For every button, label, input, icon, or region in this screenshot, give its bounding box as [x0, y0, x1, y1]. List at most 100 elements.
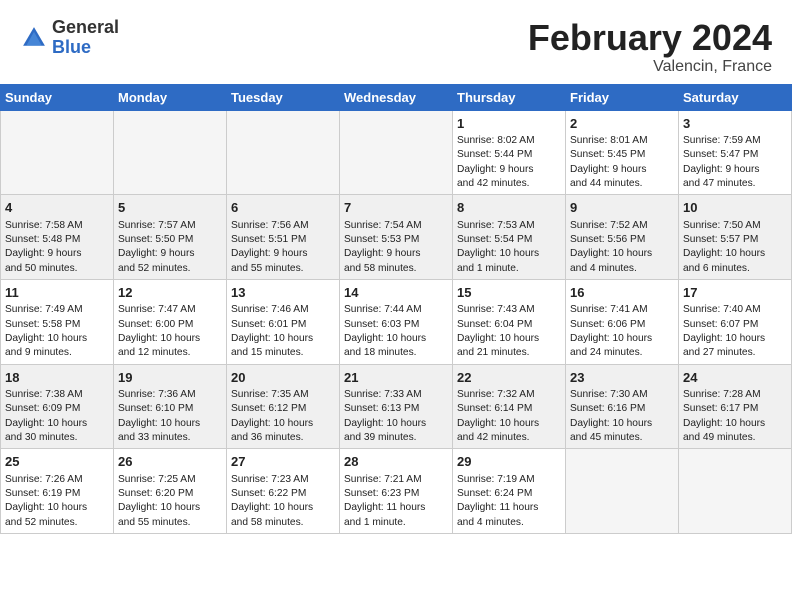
- day-info: Sunrise: 8:01 AM Sunset: 5:45 PM Dayligh…: [570, 134, 674, 191]
- calendar-day-cell: [114, 110, 227, 195]
- calendar-day-cell: 12Sunrise: 7:47 AM Sunset: 6:00 PM Dayli…: [114, 279, 227, 364]
- title-block: February 2024 Valencin, France: [528, 18, 772, 76]
- day-info: Sunrise: 7:47 AM Sunset: 6:00 PM Dayligh…: [118, 303, 222, 360]
- calendar-day-cell: [340, 110, 453, 195]
- day-info: Sunrise: 7:50 AM Sunset: 5:57 PM Dayligh…: [683, 219, 787, 276]
- day-info: Sunrise: 7:32 AM Sunset: 6:14 PM Dayligh…: [457, 388, 561, 445]
- day-info: Sunrise: 7:46 AM Sunset: 6:01 PM Dayligh…: [231, 303, 335, 360]
- calendar-week-row: 11Sunrise: 7:49 AM Sunset: 5:58 PM Dayli…: [1, 279, 792, 364]
- day-number: 8: [457, 199, 561, 217]
- day-number: 28: [344, 453, 448, 471]
- day-info: Sunrise: 7:52 AM Sunset: 5:56 PM Dayligh…: [570, 219, 674, 276]
- logo: General Blue: [20, 18, 119, 58]
- calendar-day-cell: 4 Sunrise: 7:58 AM Sunset: 5:48 PM Daylig…: [1, 195, 114, 280]
- calendar-day-cell: 20Sunrise: 7:35 AM Sunset: 6:12 PM Dayli…: [227, 364, 340, 449]
- calendar-day-cell: 6 Sunrise: 7:56 AM Sunset: 5:51 PM Daylig…: [227, 195, 340, 280]
- day-info: Sunrise: 7:57 AM Sunset: 5:50 PM Dayligh…: [118, 219, 222, 276]
- day-number: 18: [5, 369, 109, 387]
- day-info: Sunrise: 7:26 AM Sunset: 6:19 PM Dayligh…: [5, 473, 109, 530]
- calendar-day-cell: 3Sunrise: 7:59 AM Sunset: 5:47 PM Daylig…: [679, 110, 792, 195]
- day-number: 29: [457, 453, 561, 471]
- calendar-day-cell: 15Sunrise: 7:43 AM Sunset: 6:04 PM Dayli…: [453, 279, 566, 364]
- calendar-day-cell: 28 Sunrise: 7:21 AM Sunset: 6:23 PM Dayli…: [340, 449, 453, 534]
- day-number: 1: [457, 115, 561, 133]
- calendar-day-cell: 8Sunrise: 7:53 AM Sunset: 5:54 PM Daylig…: [453, 195, 566, 280]
- calendar-day-cell: 7 Sunrise: 7:54 AM Sunset: 5:53 PM Daylig…: [340, 195, 453, 280]
- day-info: Sunrise: 7:49 AM Sunset: 5:58 PM Dayligh…: [5, 303, 109, 360]
- logo-text: General Blue: [52, 18, 119, 58]
- day-number: 9: [570, 199, 674, 217]
- day-of-week-header: Saturday: [679, 84, 792, 110]
- calendar-week-row: 4 Sunrise: 7:58 AM Sunset: 5:48 PM Daylig…: [1, 195, 792, 280]
- day-number: 2: [570, 115, 674, 133]
- day-info: Sunrise: 7:41 AM Sunset: 6:06 PM Dayligh…: [570, 303, 674, 360]
- day-info: Sunrise: 7:40 AM Sunset: 6:07 PM Dayligh…: [683, 303, 787, 360]
- day-number: 19: [118, 369, 222, 387]
- day-number: 14: [344, 284, 448, 302]
- calendar-day-cell: [1, 110, 114, 195]
- calendar-table: SundayMondayTuesdayWednesdayThursdayFrid…: [0, 84, 792, 534]
- day-info: Sunrise: 7:56 AM Sunset: 5:51 PM Dayligh…: [231, 219, 335, 276]
- day-number: 20: [231, 369, 335, 387]
- day-info: Sunrise: 7:43 AM Sunset: 6:04 PM Dayligh…: [457, 303, 561, 360]
- day-info: Sunrise: 7:35 AM Sunset: 6:12 PM Dayligh…: [231, 388, 335, 445]
- calendar-week-row: 18Sunrise: 7:38 AM Sunset: 6:09 PM Dayli…: [1, 364, 792, 449]
- day-info: Sunrise: 7:30 AM Sunset: 6:16 PM Dayligh…: [570, 388, 674, 445]
- calendar-day-cell: 17Sunrise: 7:40 AM Sunset: 6:07 PM Dayli…: [679, 279, 792, 364]
- day-number: 4: [5, 199, 109, 217]
- calendar-week-row: 25 Sunrise: 7:26 AM Sunset: 6:19 PM Dayli…: [1, 449, 792, 534]
- calendar-day-cell: 16Sunrise: 7:41 AM Sunset: 6:06 PM Dayli…: [566, 279, 679, 364]
- day-number: 26: [118, 453, 222, 471]
- day-of-week-header: Sunday: [1, 84, 114, 110]
- day-info: Sunrise: 7:19 AM Sunset: 6:24 PM Dayligh…: [457, 473, 561, 530]
- calendar-day-cell: 5 Sunrise: 7:57 AM Sunset: 5:50 PM Daylig…: [114, 195, 227, 280]
- calendar-day-cell: 26 Sunrise: 7:25 AM Sunset: 6:20 PM Dayli…: [114, 449, 227, 534]
- calendar-day-cell: 29 Sunrise: 7:19 AM Sunset: 6:24 PM Dayli…: [453, 449, 566, 534]
- day-info: Sunrise: 7:54 AM Sunset: 5:53 PM Dayligh…: [344, 219, 448, 276]
- calendar-day-cell: 2Sunrise: 8:01 AM Sunset: 5:45 PM Daylig…: [566, 110, 679, 195]
- day-info: Sunrise: 7:28 AM Sunset: 6:17 PM Dayligh…: [683, 388, 787, 445]
- day-number: 22: [457, 369, 561, 387]
- day-number: 7: [344, 199, 448, 217]
- month-title: February 2024: [528, 18, 772, 58]
- day-info: Sunrise: 7:25 AM Sunset: 6:20 PM Dayligh…: [118, 473, 222, 530]
- day-number: 25: [5, 453, 109, 471]
- calendar-day-cell: 1Sunrise: 8:02 AM Sunset: 5:44 PM Daylig…: [453, 110, 566, 195]
- page-header: General Blue February 2024 Valencin, Fra…: [0, 0, 792, 84]
- day-number: 17: [683, 284, 787, 302]
- day-info: Sunrise: 7:21 AM Sunset: 6:23 PM Dayligh…: [344, 473, 448, 530]
- logo-icon: [20, 24, 48, 52]
- day-number: 12: [118, 284, 222, 302]
- calendar-day-cell: [566, 449, 679, 534]
- calendar-day-cell: 11Sunrise: 7:49 AM Sunset: 5:58 PM Dayli…: [1, 279, 114, 364]
- day-info: Sunrise: 7:44 AM Sunset: 6:03 PM Dayligh…: [344, 303, 448, 360]
- day-info: Sunrise: 7:58 AM Sunset: 5:48 PM Dayligh…: [5, 219, 109, 276]
- day-number: 23: [570, 369, 674, 387]
- calendar-day-cell: 25 Sunrise: 7:26 AM Sunset: 6:19 PM Dayli…: [1, 449, 114, 534]
- day-of-week-header: Wednesday: [340, 84, 453, 110]
- day-number: 24: [683, 369, 787, 387]
- calendar-day-cell: [227, 110, 340, 195]
- day-info: Sunrise: 7:59 AM Sunset: 5:47 PM Dayligh…: [683, 134, 787, 191]
- day-info: Sunrise: 7:38 AM Sunset: 6:09 PM Dayligh…: [5, 388, 109, 445]
- day-number: 6: [231, 199, 335, 217]
- day-number: 5: [118, 199, 222, 217]
- day-info: Sunrise: 7:33 AM Sunset: 6:13 PM Dayligh…: [344, 388, 448, 445]
- day-info: Sunrise: 8:02 AM Sunset: 5:44 PM Dayligh…: [457, 134, 561, 191]
- day-of-week-header: Thursday: [453, 84, 566, 110]
- calendar-day-cell: 22Sunrise: 7:32 AM Sunset: 6:14 PM Dayli…: [453, 364, 566, 449]
- calendar-day-cell: 18Sunrise: 7:38 AM Sunset: 6:09 PM Dayli…: [1, 364, 114, 449]
- calendar-day-cell: [679, 449, 792, 534]
- calendar-day-cell: 24Sunrise: 7:28 AM Sunset: 6:17 PM Dayli…: [679, 364, 792, 449]
- calendar-day-cell: 19Sunrise: 7:36 AM Sunset: 6:10 PM Dayli…: [114, 364, 227, 449]
- logo-general: General: [52, 18, 119, 38]
- day-of-week-header: Monday: [114, 84, 227, 110]
- calendar-week-row: 1Sunrise: 8:02 AM Sunset: 5:44 PM Daylig…: [1, 110, 792, 195]
- day-number: 13: [231, 284, 335, 302]
- calendar-header-row: SundayMondayTuesdayWednesdayThursdayFrid…: [1, 84, 792, 110]
- calendar-day-cell: 23Sunrise: 7:30 AM Sunset: 6:16 PM Dayli…: [566, 364, 679, 449]
- day-number: 21: [344, 369, 448, 387]
- day-info: Sunrise: 7:23 AM Sunset: 6:22 PM Dayligh…: [231, 473, 335, 530]
- calendar-day-cell: 21Sunrise: 7:33 AM Sunset: 6:13 PM Dayli…: [340, 364, 453, 449]
- calendar-day-cell: 10Sunrise: 7:50 AM Sunset: 5:57 PM Dayli…: [679, 195, 792, 280]
